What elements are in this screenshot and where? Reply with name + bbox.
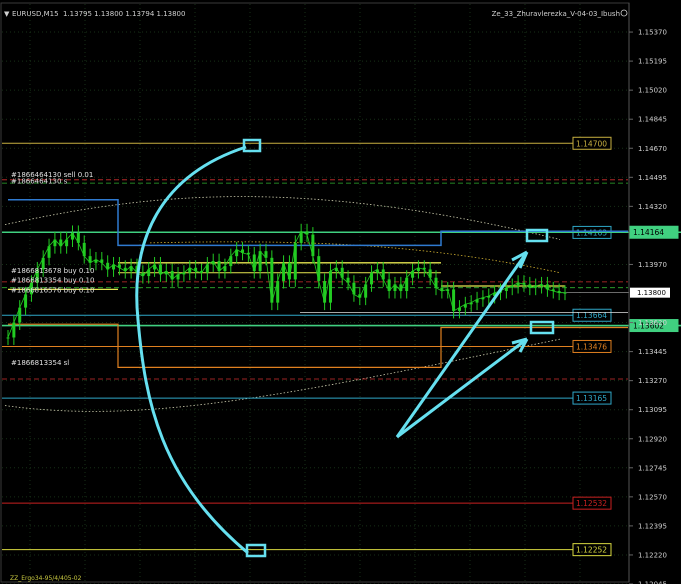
axis-tick-label: 1.14320 [638,203,667,211]
axis-tick-label: 1.12920 [638,435,667,443]
ohlc-values: 1.13795 1.13800 1.13794 1.13800 [63,10,185,18]
axis-tick-label: 1.15195 [638,58,667,66]
bottom-note: ZZ_Ergo34-95/4/405-02 [10,575,82,582]
axis-tick-label: 1.14495 [638,174,667,182]
axis-tick-label: 1.12395 [638,522,667,530]
axis-tick-label: 1.13970 [638,261,667,269]
dropdown-triangle-icon[interactable]: ▼ [4,10,10,18]
axis-tick-label: 1.12045 [638,581,667,584]
axis-tick-label: 1.15020 [638,87,667,95]
axis-tick-label: 1.14845 [638,116,667,124]
level-label: 1.13476 [576,342,607,351]
axis-tick-label: 1.13095 [638,406,667,414]
axis-tick-label: 1.15370 [638,29,667,37]
level-label: 1.12532 [576,499,607,508]
order-label: #1866813354 buy 0.10 [11,277,94,285]
price-chart[interactable]: 1.147001.141631.141641.136641.136021.134… [0,0,681,584]
level-label: 1.12252 [576,546,607,555]
order-label: #1866464130 s [11,178,68,186]
current-price-label: 1.13800 [637,289,666,297]
order-label: #1866816576 buy 0.10 [11,287,94,295]
axis-tick-label: 1.13445 [638,348,667,356]
axis-tick-label: 1.13620 [638,319,667,327]
axis-tick-label: 1.13270 [638,377,667,385]
level-label: 1.14164 [633,228,664,237]
order-label: #1866813354 sl [11,359,69,367]
level-label: 1.14700 [576,139,607,148]
candle-body [6,337,10,339]
axis-tick-label: 1.12220 [638,551,667,559]
axis-tick-label: 1.14670 [638,145,667,153]
axis-tick-label: 1.12570 [638,493,667,501]
level-label: 1.13165 [576,394,607,403]
indicator-title: Ze_33_Zhuravlerezka_V-04-03_Ibush [492,10,620,18]
order-label: #1866813678 buy 0.10 [11,267,94,275]
symbol-title: EURUSD,M15 [12,10,59,18]
axis-tick-label: 1.12745 [638,464,667,472]
